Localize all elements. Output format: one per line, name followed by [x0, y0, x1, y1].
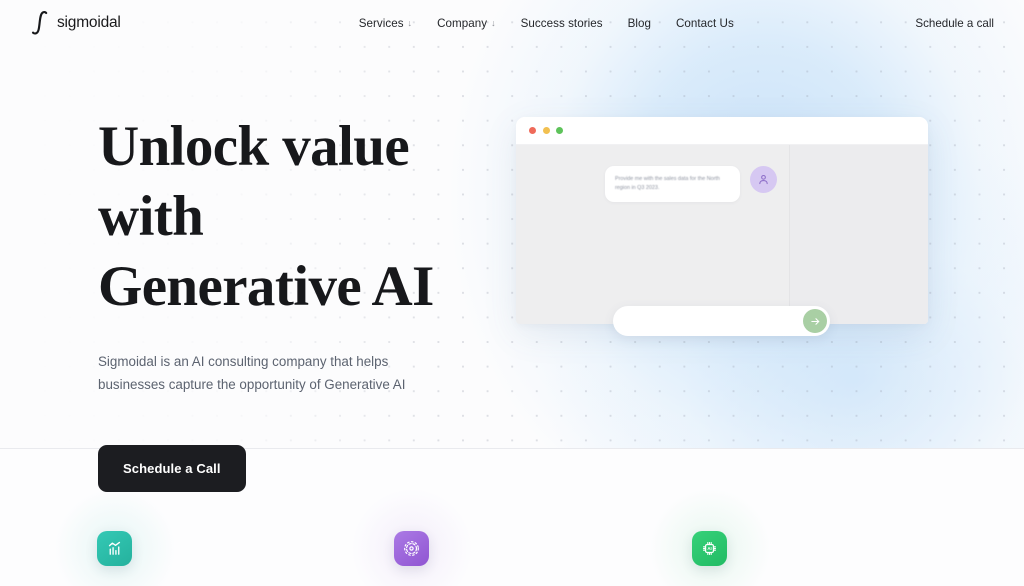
- atom-icon: [404, 541, 419, 556]
- nav-item-company[interactable]: Company ↓: [437, 17, 496, 30]
- chevron-down-icon: ↓: [407, 17, 413, 28]
- browser-title-bar: [516, 117, 928, 145]
- nav-label: Blog: [627, 16, 651, 30]
- nav-item-services[interactable]: Services ↓: [359, 17, 412, 30]
- chat-message-text: Provide me with the sales data for the N…: [615, 176, 720, 191]
- traffic-light-close-icon: [529, 127, 536, 134]
- chat-input-bar[interactable]: [613, 306, 830, 336]
- feature-item-analytics[interactable]: [49, 483, 180, 586]
- feature-tile: [394, 531, 429, 566]
- feature-tile: [97, 531, 132, 566]
- hero-title-line-2: Generative AI: [98, 255, 434, 318]
- send-button[interactable]: [803, 309, 827, 333]
- user-icon: [759, 174, 768, 185]
- hero-content: Unlock value with Generative AI Sigmoida…: [98, 112, 518, 492]
- ai-chip-icon: AI: [702, 541, 717, 556]
- main-navigation: Services ↓ Company ↓ Success stories Blo…: [359, 17, 734, 30]
- nav-label: Company: [437, 16, 488, 30]
- page-title: Unlock value with Generative AI: [98, 112, 518, 322]
- feature-item-ai-engineering[interactable]: AI: [644, 483, 775, 586]
- chat-panel: Provide me with the sales data for the N…: [516, 145, 790, 324]
- brand-logo[interactable]: sigmoidal: [30, 10, 121, 36]
- arrow-right-icon: [810, 317, 819, 325]
- nav-label: Success stories: [520, 16, 603, 30]
- browser-viewport: Provide me with the sales data for the N…: [516, 145, 928, 324]
- brand-name: sigmoidal: [57, 14, 121, 31]
- feature-tile: AI: [692, 531, 727, 566]
- site-header: sigmoidal Services ↓ Company ↓ Success s…: [0, 0, 1024, 46]
- nav-item-success-stories[interactable]: Success stories: [521, 17, 603, 30]
- nav-item-contact-us[interactable]: Contact Us: [676, 17, 734, 30]
- nav-label: Services: [358, 16, 404, 30]
- hero-title-line-1: Unlock value with: [98, 115, 410, 248]
- nav-label: Contact Us: [675, 16, 734, 30]
- chat-message-row: Provide me with the sales data for the N…: [605, 166, 777, 202]
- feature-icons-row: AI: [0, 449, 1024, 586]
- svg-text:AI: AI: [707, 546, 711, 551]
- header-schedule-call-link[interactable]: Schedule a call: [915, 17, 994, 30]
- avatar: [750, 166, 777, 193]
- feature-item-ai-research[interactable]: [346, 483, 477, 586]
- chart-bars-icon: [108, 541, 121, 555]
- chat-message-bubble: Provide me with the sales data for the N…: [605, 166, 740, 202]
- hero-subtitle: Sigmoidal is an AI consulting company th…: [98, 354, 406, 392]
- traffic-light-maximize-icon: [556, 127, 563, 134]
- chevron-down-icon: ↓: [491, 17, 496, 28]
- traffic-light-minimize-icon: [542, 127, 550, 134]
- sigmoid-curve-icon: [31, 11, 48, 35]
- chat-side-panel: [790, 145, 928, 324]
- browser-mockup: Provide me with the sales data for the N…: [516, 117, 928, 324]
- nav-item-blog[interactable]: Blog: [628, 17, 651, 30]
